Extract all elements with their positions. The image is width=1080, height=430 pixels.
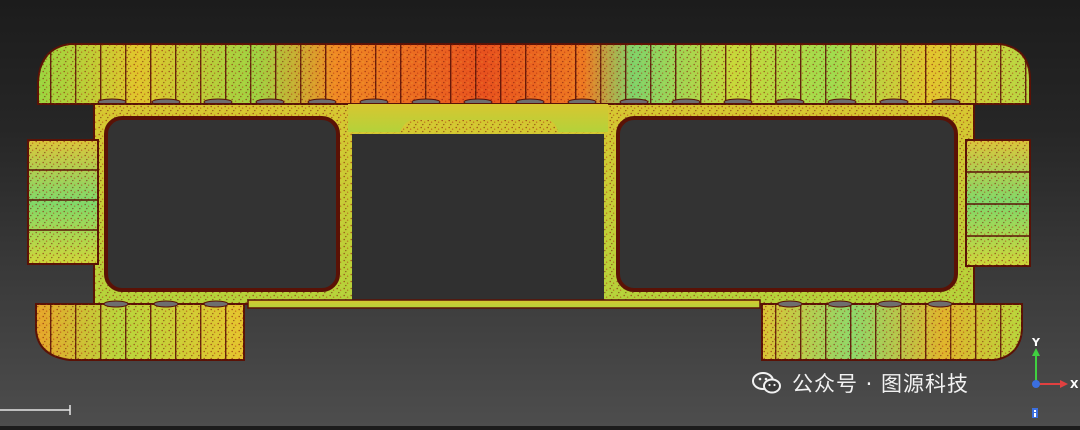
bottom-left-scan: [35, 300, 245, 361]
point-cloud-viewport[interactable]: [0, 0, 1080, 426]
window-opening-left: [104, 116, 340, 292]
y-axis-label: Y: [1031, 336, 1041, 349]
top-band-scan: [37, 43, 1031, 106]
z-axis-dot: [1032, 380, 1040, 388]
point-cloud-canvas[interactable]: [0, 0, 1080, 426]
frame-bottom-rail: [247, 299, 761, 309]
x-axis-arrow: [1060, 380, 1068, 388]
scale-bar: [0, 405, 71, 415]
window-opening-right: [616, 116, 958, 292]
x-axis-label: X: [1070, 378, 1079, 391]
axis-gizmo[interactable]: Y X: [1018, 336, 1080, 420]
left-side-scan: [27, 139, 99, 265]
bottom-right-scan: [761, 300, 1023, 361]
watermark: 公众号 · 图源科技: [752, 366, 969, 400]
watermark-text: 公众号 · 图源科技: [792, 372, 970, 396]
y-axis-arrow: [1032, 348, 1040, 356]
center-gap: [352, 134, 604, 304]
right-side-scan: [965, 139, 1031, 267]
wechat-icon: [752, 372, 781, 394]
